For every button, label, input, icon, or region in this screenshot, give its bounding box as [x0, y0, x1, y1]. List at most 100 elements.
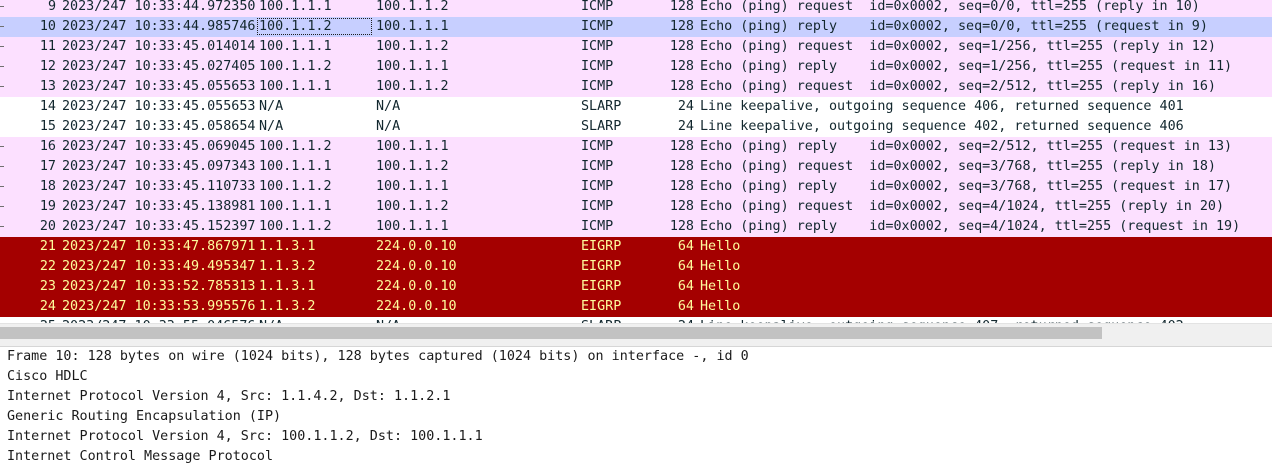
packet-source: 100.1.1.1: [259, 159, 332, 174]
packet-list[interactable]: 9 2023/247 10:33:44.972350 100.1.1.1 100.1.…: [0, 0, 1272, 340]
detail-tree-item[interactable]: Cisco HDLC: [0, 367, 1272, 387]
packet-protocol: ICMP: [581, 199, 614, 214]
packet-number: 24: [39, 299, 56, 314]
packet-number: 19: [39, 199, 56, 214]
horizontal-scrollbar[interactable]: [0, 323, 1272, 340]
detail-tree-item[interactable]: Internet Protocol Version 4, Src: 100.1.…: [0, 427, 1272, 447]
packet-row[interactable]: 16 2023/247 10:33:45.069045 100.1.1.2 100.1…: [0, 137, 1272, 157]
packet-row[interactable]: 24 2023/247 10:33:53.995576 1.1.3.2 224.0.0…: [0, 297, 1272, 317]
packet-number: 21: [39, 239, 56, 254]
packet-length: 64: [677, 299, 694, 314]
packet-length: 64: [677, 259, 694, 274]
packet-details-pane[interactable]: Frame 10: 128 bytes on wire (1024 bits),…: [0, 347, 1272, 476]
packet-info: Hello: [700, 259, 741, 274]
packet-destination: N/A: [376, 99, 401, 114]
packet-length: 128: [669, 179, 694, 194]
packet-length: 128: [669, 59, 694, 74]
packet-info: Echo (ping) reply id=0x0002, seq=2/512, …: [700, 139, 1233, 154]
packet-protocol: ICMP: [581, 59, 614, 74]
packet-info: Echo (ping) reply id=0x0002, seq=4/1024,…: [700, 219, 1241, 234]
packet-time: 2023/247 10:33:52.785313: [62, 279, 256, 294]
packet-protocol: ICMP: [581, 219, 614, 234]
packet-info: Echo (ping) request id=0x0002, seq=1/256…: [700, 39, 1216, 54]
packet-destination: N/A: [376, 119, 401, 134]
packet-source: 100.1.1.1: [259, 79, 332, 94]
packet-time: 2023/247 10:33:44.972350: [62, 0, 256, 14]
packet-number: 10: [39, 19, 56, 34]
packet-info: Echo (ping) reply id=0x0002, seq=1/256, …: [700, 59, 1233, 74]
packet-row[interactable]: 21 2023/247 10:33:47.867971 1.1.3.1 224.0.0…: [0, 237, 1272, 257]
packet-source: 100.1.1.2: [259, 139, 332, 154]
packet-destination: 100.1.1.1: [376, 139, 449, 154]
packet-protocol: ICMP: [581, 39, 614, 54]
packet-time: 2023/247 10:33:44.985746: [62, 19, 256, 34]
packet-source: N/A: [259, 119, 284, 134]
packet-row[interactable]: 13 2023/247 10:33:45.055653 100.1.1.1 100.1…: [0, 77, 1272, 97]
packet-info: Line keepalive, outgoing sequence 406, r…: [700, 99, 1184, 114]
packet-source: 100.1.1.2: [259, 179, 332, 194]
packet-source: 1.1.3.2: [259, 299, 316, 314]
packet-info: Echo (ping) request id=0x0002, seq=0/0, …: [700, 0, 1200, 14]
packet-row-selected[interactable]: 10 2023/247 10:33:44.985746 100.1.1.2 100.1…: [0, 17, 1272, 37]
packet-time: 2023/247 10:33:53.995576: [62, 299, 256, 314]
packet-length: 64: [677, 279, 694, 294]
detail-tree-item[interactable]: Internet Protocol Version 4, Src: 1.1.4.…: [0, 387, 1272, 407]
packet-number: 16: [39, 139, 56, 154]
packet-row[interactable]: 22 2023/247 10:33:49.495347 1.1.3.2 224.0.0…: [0, 257, 1272, 277]
packet-row[interactable]: 23 2023/247 10:33:52.785313 1.1.3.1 224.0.0…: [0, 277, 1272, 297]
packet-protocol: EIGRP: [581, 299, 622, 314]
packet-row[interactable]: 12 2023/247 10:33:45.027405 100.1.1.2 100.1…: [0, 57, 1272, 77]
packet-protocol: EIGRP: [581, 279, 622, 294]
packet-source: 1.1.3.2: [259, 259, 316, 274]
packet-protocol: EIGRP: [581, 259, 622, 274]
packet-destination: 100.1.1.2: [376, 159, 449, 174]
packet-source: 100.1.1.1: [259, 0, 332, 14]
packet-protocol: SLARP: [581, 99, 622, 114]
packet-number: 18: [39, 179, 56, 194]
packet-protocol: ICMP: [581, 19, 614, 34]
packet-length: 128: [669, 79, 694, 94]
packet-row[interactable]: 20 2023/247 10:33:45.152397 100.1.1.2 100.1…: [0, 217, 1272, 237]
packet-info: Hello: [700, 239, 741, 254]
packet-info: Echo (ping) request id=0x0002, seq=4/102…: [700, 199, 1225, 214]
packet-number: 20: [39, 219, 56, 234]
packet-destination: 100.1.1.1: [376, 19, 449, 34]
packet-number: 14: [39, 99, 56, 114]
packet-source: 1.1.3.1: [259, 279, 316, 294]
packet-time: 2023/247 10:33:45.055653: [62, 79, 256, 94]
packet-source: 1.1.3.1: [259, 239, 316, 254]
cell-focus-outline: [257, 18, 372, 35]
packet-row[interactable]: 19 2023/247 10:33:45.138981 100.1.1.1 100.1…: [0, 197, 1272, 217]
packet-row[interactable]: 11 2023/247 10:33:45.014014 100.1.1.1 100.1…: [0, 37, 1272, 57]
packet-time: 2023/247 10:33:45.110733: [62, 179, 256, 194]
packet-length: 128: [669, 199, 694, 214]
packet-rows: 9 2023/247 10:33:44.972350 100.1.1.1 100.1.…: [0, 0, 1272, 337]
packet-row[interactable]: 18 2023/247 10:33:45.110733 100.1.1.2 100.1…: [0, 177, 1272, 197]
detail-tree-item[interactable]: Frame 10: 128 bytes on wire (1024 bits),…: [0, 347, 1272, 367]
packet-row[interactable]: 15 2023/247 10:33:45.058654 N/A N/A SLARP 24 L…: [0, 117, 1272, 137]
packet-destination: 100.1.1.1: [376, 219, 449, 234]
packet-time: 2023/247 10:33:45.152397: [62, 219, 256, 234]
packet-row[interactable]: 9 2023/247 10:33:44.972350 100.1.1.1 100.1.…: [0, 0, 1272, 17]
packet-info: Echo (ping) request id=0x0002, seq=2/512…: [700, 79, 1216, 94]
packet-row[interactable]: 14 2023/247 10:33:45.055653 N/A N/A SLARP 24 L…: [0, 97, 1272, 117]
packet-source: 100.1.1.2: [259, 59, 332, 74]
packet-protocol: ICMP: [581, 179, 614, 194]
packet-length: 128: [669, 19, 694, 34]
packet-row[interactable]: 17 2023/247 10:33:45.097343 100.1.1.1 100.1…: [0, 157, 1272, 177]
packet-number: 13: [39, 79, 56, 94]
packet-destination: 224.0.0.10: [376, 259, 457, 274]
detail-tree-item[interactable]: Internet Control Message Protocol: [0, 447, 1272, 467]
packet-time: 2023/247 10:33:45.014014: [62, 39, 256, 54]
detail-tree-item[interactable]: Generic Routing Encapsulation (IP): [0, 407, 1272, 427]
packet-length: 128: [669, 139, 694, 154]
packet-time: 2023/247 10:33:45.027405: [62, 59, 256, 74]
scrollbar-thumb[interactable]: [0, 327, 1102, 339]
pane-splitter[interactable]: [0, 340, 1272, 347]
packet-time: 2023/247 10:33:47.867971: [62, 239, 256, 254]
packet-number: 23: [39, 279, 56, 294]
packet-time: 2023/247 10:33:45.058654: [62, 119, 256, 134]
packet-info: Hello: [700, 299, 741, 314]
packet-protocol: EIGRP: [581, 239, 622, 254]
packet-source: N/A: [259, 99, 284, 114]
